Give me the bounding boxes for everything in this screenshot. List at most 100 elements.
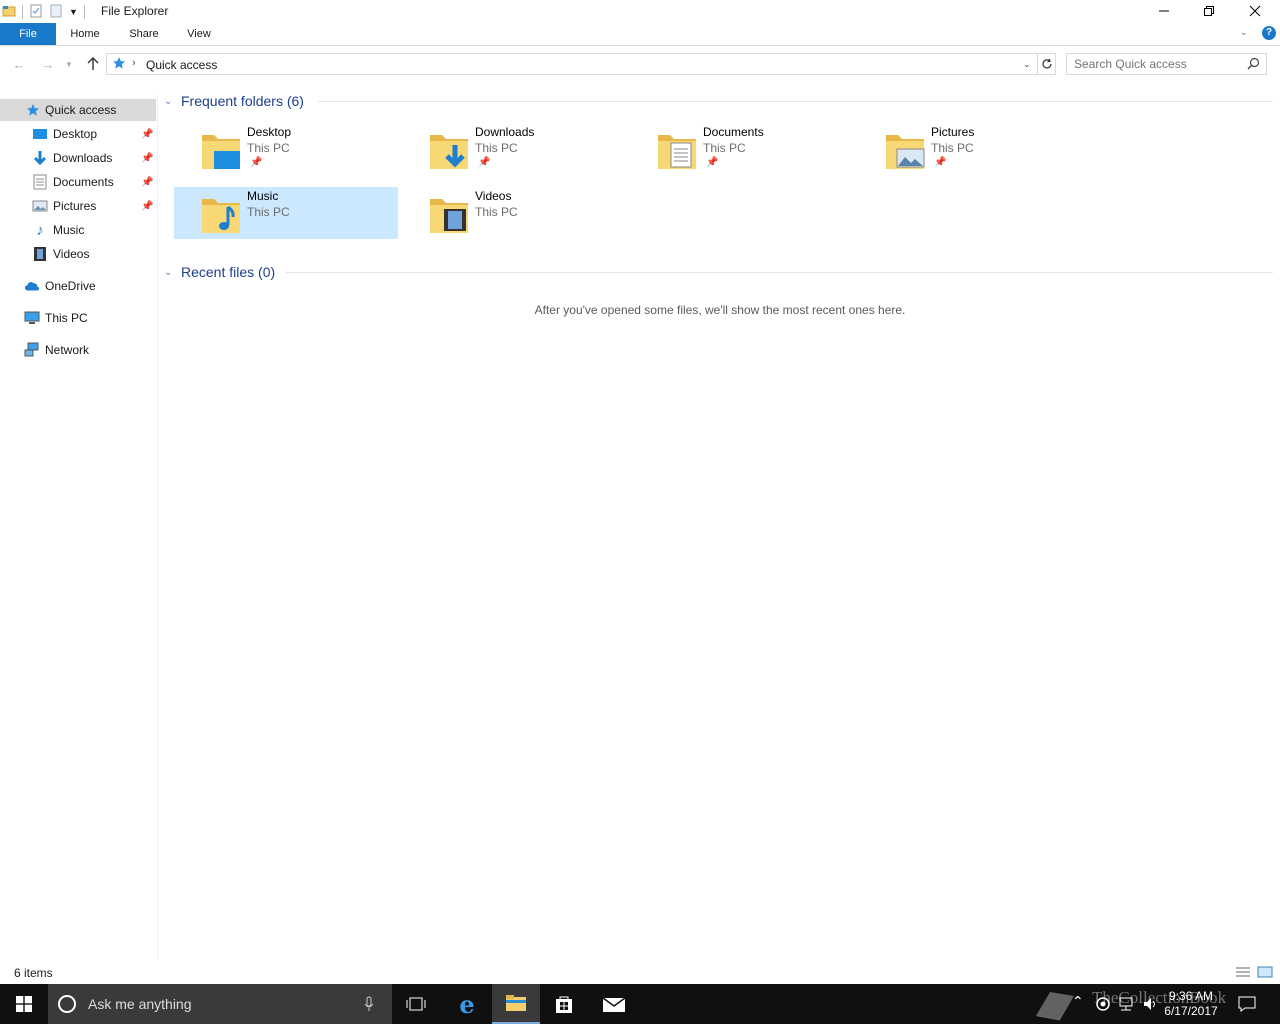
store-button[interactable]	[540, 984, 588, 1024]
folder-name: Videos	[475, 189, 512, 203]
sidebar-item-label: OneDrive	[45, 279, 96, 293]
folder-location: This PC	[703, 141, 746, 155]
ribbon-tabs: File Home Share View ⌄ ?	[0, 23, 1280, 46]
recent-locations-dropdown[interactable]: ▼	[62, 54, 76, 74]
folder-location: This PC	[931, 141, 974, 155]
customize-toolbar-dropdown-icon[interactable]: ▼	[69, 7, 78, 17]
search-box[interactable]	[1066, 53, 1267, 75]
action-center-icon[interactable]	[1238, 996, 1256, 1012]
address-bar[interactable]: › Quick access ⌄	[106, 53, 1038, 75]
sidebar-item-this-pc[interactable]: This PC	[0, 307, 156, 329]
file-explorer-taskbar-button[interactable]	[492, 984, 540, 1024]
new-folder-icon[interactable]	[49, 4, 63, 21]
breadcrumb-separator-icon[interactable]: ›	[132, 57, 136, 69]
volume-icon[interactable]	[1142, 996, 1160, 1012]
folder-name: Desktop	[247, 125, 292, 139]
folder-location: This PC	[247, 205, 290, 219]
tab-share[interactable]: Share	[118, 23, 170, 45]
store-icon	[556, 996, 572, 1013]
sidebar-item-label: Documents	[53, 175, 114, 189]
navigation-pane: Quick access Desktop 📌 Downloads 📌 Docum…	[0, 96, 157, 958]
sidebar-item-onedrive[interactable]: OneDrive	[0, 275, 156, 297]
expand-ribbon-icon[interactable]: ⌄	[1240, 27, 1248, 38]
refresh-button[interactable]	[1037, 53, 1056, 75]
folder-tile-desktop[interactable]: Desktop This PC 📌	[174, 123, 398, 175]
pin-icon: 📌	[706, 157, 719, 168]
frequent-folders-header[interactable]: ⌄ Frequent folders (6)	[164, 91, 304, 111]
cortana-search-text: Ask me anything	[88, 996, 192, 1012]
windows-logo-icon	[16, 996, 32, 1012]
group-title: Frequent folders (6)	[181, 93, 304, 109]
cortana-search-box[interactable]: Ask me anything	[48, 984, 392, 1024]
edge-icon: e	[459, 989, 475, 1019]
tab-file[interactable]: File	[0, 23, 56, 45]
sidebar-item-network[interactable]: Network	[0, 339, 156, 361]
search-input[interactable]	[1074, 57, 1244, 71]
up-button[interactable]	[82, 54, 104, 74]
pane-divider[interactable]	[157, 94, 158, 960]
network-status-icon[interactable]	[1118, 996, 1136, 1012]
address-dropdown-icon[interactable]: ⌄	[1023, 59, 1031, 70]
taskbar: Ask me anything e TheCollectionBook ⌃ 9:…	[0, 984, 1280, 1024]
minimize-button[interactable]	[1141, 0, 1187, 22]
sidebar-item-quick-access[interactable]: Quick access	[0, 99, 156, 121]
folder-icon	[506, 995, 526, 1011]
tab-home[interactable]: Home	[59, 23, 111, 45]
sidebar-item-music[interactable]: ♪ Music	[0, 219, 156, 241]
folder-tile-music[interactable]: Music This PC	[174, 187, 398, 239]
task-view-button[interactable]	[392, 984, 440, 1024]
sidebar-item-videos[interactable]: Videos	[0, 243, 156, 265]
pin-icon: 📌	[141, 176, 154, 188]
sidebar-item-label: Pictures	[53, 199, 97, 213]
properties-icon[interactable]	[29, 4, 43, 21]
folder-name: Pictures	[931, 125, 975, 139]
documents-folder-icon	[658, 135, 696, 169]
quick-access-star-icon	[25, 102, 41, 118]
mail-button[interactable]	[590, 984, 638, 1024]
tab-view[interactable]: View	[174, 23, 224, 45]
edge-browser-button[interactable]: e	[443, 984, 491, 1024]
onedrive-cloud-icon	[24, 278, 40, 294]
start-button[interactable]	[0, 984, 48, 1024]
close-button[interactable]	[1232, 0, 1278, 22]
downloads-icon	[32, 150, 48, 166]
sidebar-item-desktop[interactable]: Desktop 📌	[0, 123, 156, 145]
title-bar: ▼ File Explorer	[0, 0, 1280, 23]
forward-button[interactable]: →	[37, 54, 59, 74]
search-icon[interactable]	[1247, 57, 1260, 73]
large-icons-view-icon[interactable]	[1257, 965, 1273, 982]
help-icon[interactable]: ?	[1262, 26, 1276, 40]
sidebar-item-downloads[interactable]: Downloads 📌	[0, 147, 156, 169]
sidebar-item-label: Network	[45, 343, 90, 357]
breadcrumb-quick-access[interactable]: Quick access	[146, 58, 217, 72]
sidebar-item-documents[interactable]: Documents 📌	[0, 171, 156, 193]
file-explorer-app-icon[interactable]	[2, 4, 16, 21]
collapse-chevron-icon[interactable]: ⌄	[164, 267, 178, 278]
tray-app-icon[interactable]	[1095, 996, 1111, 1012]
sidebar-item-label: Desktop	[53, 127, 98, 141]
restore-button[interactable]	[1186, 0, 1232, 22]
folder-name: Downloads	[475, 125, 535, 139]
show-hidden-icons-icon[interactable]: ⌃	[1072, 993, 1084, 1010]
pin-icon: 📌	[250, 157, 263, 168]
folder-name: Documents	[703, 125, 764, 139]
quick-access-toolbar: ▼	[0, 2, 91, 22]
clock-date: 6/17/2017	[1164, 1004, 1218, 1018]
clock[interactable]: 9:36 AM 6/17/2017	[1160, 989, 1222, 1019]
recent-files-header[interactable]: ⌄ Recent files (0)	[164, 262, 275, 282]
microphone-icon[interactable]	[364, 996, 374, 1012]
pin-icon: 📌	[934, 157, 947, 168]
details-view-icon[interactable]	[1235, 965, 1251, 982]
videos-folder-icon	[430, 199, 468, 233]
folder-tile-documents[interactable]: Documents This PC 📌	[630, 123, 854, 175]
collapse-chevron-icon[interactable]: ⌄	[164, 96, 178, 107]
mail-icon	[602, 997, 626, 1012]
back-button[interactable]: ←	[8, 54, 30, 74]
network-icon	[24, 342, 40, 358]
folder-tile-videos[interactable]: Videos This PC	[402, 187, 626, 239]
folder-tile-pictures[interactable]: Pictures This PC 📌	[858, 123, 1082, 175]
downloads-folder-icon	[430, 135, 468, 169]
folder-tile-downloads[interactable]: Downloads This PC 📌	[402, 123, 626, 175]
quick-access-star-icon	[112, 56, 126, 73]
sidebar-item-pictures[interactable]: Pictures 📌	[0, 195, 156, 217]
